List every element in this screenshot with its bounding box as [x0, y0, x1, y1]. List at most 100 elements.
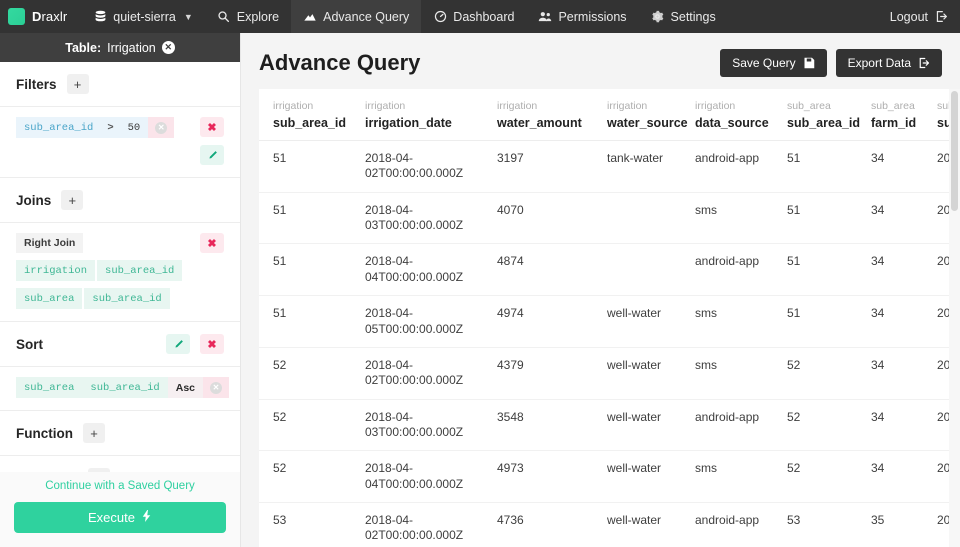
table-row[interactable]: 53 2018-04-02T00:00:00.000Z 4736 well-water…	[259, 502, 960, 547]
nav-item-permissions[interactable]: Permissions	[526, 0, 638, 33]
save-icon	[803, 57, 815, 69]
table-cell-sub_area_id: 52	[773, 399, 857, 452]
column-name: water_amount	[497, 116, 582, 130]
add-join-button[interactable]: +	[61, 190, 84, 210]
scrollbar-thumb[interactable]	[951, 91, 958, 211]
table-cell-water_source	[593, 192, 681, 245]
table-cell-sub_area_id: 52	[259, 399, 351, 452]
main-content: Advance Query Save Query Export Data irr…	[241, 33, 960, 547]
save-query-label: Save Query	[732, 56, 796, 70]
table-cell-data_source: sms	[681, 450, 773, 504]
gauge-icon	[433, 10, 447, 24]
clear-table-icon[interactable]: ✕	[161, 41, 175, 54]
table-head: irrigation sub_area_id irrigation irrigatio…	[259, 89, 960, 141]
workspace-selector[interactable]: quiet-sierra ▼	[81, 0, 204, 33]
table-bar-label: Table:	[65, 40, 102, 55]
chevron-down-icon: ▼	[183, 11, 193, 22]
table-cell-irrigation_date: 2018-04-03T00:00:00.000Z	[351, 399, 483, 452]
brand[interactable]: Draxlr	[0, 0, 81, 33]
table-row[interactable]: 51 2018-04-02T00:00:00.000Z 3197 tank-water…	[259, 140, 960, 193]
table-cell-water_source: well-water	[593, 295, 681, 348]
column-source: irrigation	[273, 100, 314, 112]
table-cell-farm_id: 34	[857, 243, 923, 297]
column-header-farm_id[interactable]: sub_area farm_id	[857, 89, 923, 141]
sort-list: sub_area sub_area_id Asc ✕	[16, 377, 229, 398]
column-source: irrigation	[607, 100, 648, 112]
column-header-irrigation_date[interactable]: irrigation irrigation_date	[351, 89, 483, 141]
table-row[interactable]: 51 2018-04-04T00:00:00.000Z 4874 android-ap…	[259, 243, 960, 297]
table-cell-water_amount: 4974	[483, 295, 593, 348]
export-data-label: Export Data	[847, 56, 911, 70]
table-cell-farm_id: 34	[857, 140, 923, 193]
table-cell-sub_area_id: 51	[773, 243, 857, 297]
function-title: Function	[16, 425, 73, 441]
column-source: irrigation	[497, 100, 538, 112]
nav-item-explore[interactable]: Explore	[205, 0, 291, 33]
search-icon	[217, 10, 231, 24]
filters-actions: ✖	[200, 117, 224, 165]
table-cell-water_amount: 4070	[483, 192, 593, 245]
column-header-water_source[interactable]: irrigation water_source	[593, 89, 688, 141]
table-cell-farm_id: 35	[857, 502, 923, 547]
table-row[interactable]: 52 2018-04-03T00:00:00.000Z 3548 well-water…	[259, 399, 960, 452]
delete-filters-button[interactable]: ✖	[200, 117, 224, 137]
table-cell-irrigation_date: 2018-04-03T00:00:00.000Z	[351, 192, 483, 245]
save-query-button[interactable]: Save Query	[720, 49, 827, 77]
export-data-button[interactable]: Export Data	[835, 49, 942, 77]
function-section-header: Function +	[0, 411, 240, 456]
table-row[interactable]: 51 2018-04-05T00:00:00.000Z 4974 well-water…	[259, 295, 960, 348]
gear-icon	[651, 10, 665, 24]
table-cell-data_source: sms	[681, 295, 773, 348]
add-function-button[interactable]: +	[83, 423, 105, 443]
vertical-scrollbar[interactable]	[949, 89, 960, 547]
table-cell-farm_id: 34	[857, 450, 923, 504]
nav-item-dashboard[interactable]: Dashboard	[421, 0, 526, 33]
sort-title: Sort	[16, 336, 43, 352]
nav-label-permissions: Permissions	[558, 9, 627, 24]
table-cell-sub_area_id: 52	[773, 347, 857, 400]
column-name: irrigation_date	[365, 116, 452, 130]
join-right-row: sub_area sub_area_id	[16, 288, 170, 309]
table-row[interactable]: 52 2018-04-02T00:00:00.000Z 4379 well-water…	[259, 347, 960, 400]
add-filter-button[interactable]: +	[66, 74, 89, 94]
table-cell-sub_area_id: 53	[259, 502, 351, 547]
delete-join-button[interactable]: ✖	[200, 233, 224, 253]
draxlr-logo-icon	[8, 8, 25, 25]
table-row[interactable]: 512018-04-03T00:00:00.000Z4070sms5134201…	[259, 192, 960, 245]
filters-section-header: Filters +	[0, 62, 240, 107]
nav-label-settings: Settings	[670, 9, 716, 24]
nav-item-advance-query[interactable]: Advance Query	[291, 0, 422, 33]
column-header-sub_area_id[interactable]: sub_area sub_area_id	[773, 89, 860, 141]
table-body: 51 2018-04-02T00:00:00.000Z 3197 tank-water…	[259, 140, 960, 547]
column-header-sub_area_id[interactable]: irrigation sub_area_id	[259, 89, 351, 141]
logout-button[interactable]: Logout	[878, 0, 960, 33]
edit-sort-button[interactable]	[166, 334, 190, 354]
table-row[interactable]: 52 2018-04-04T00:00:00.000Z 4973 well-water…	[259, 450, 960, 504]
delete-sort-button[interactable]: ✖	[200, 334, 224, 354]
column-header-data_source[interactable]: irrigation data_source	[681, 89, 773, 141]
column-header-water_amount[interactable]: irrigation water_amount	[483, 89, 593, 141]
remove-filter-icon[interactable]: ✕	[148, 117, 175, 138]
column-name: data_source	[695, 116, 769, 130]
remove-sort-icon[interactable]: ✕	[203, 377, 229, 398]
table-cell-sub_area_id: 51	[259, 243, 351, 297]
logout-icon	[934, 10, 948, 24]
table-cell-water_amount: 3197	[483, 140, 593, 193]
execute-button[interactable]: Execute	[14, 502, 226, 533]
table-cell-farm_id: 34	[857, 295, 923, 348]
brand-name: Draxlr	[32, 9, 68, 24]
sidebar-footer: Continue with a Saved Query Execute	[0, 472, 240, 547]
table-cell-irrigation_date: 2018-04-04T00:00:00.000Z	[351, 450, 483, 504]
execute-label: Execute	[88, 510, 135, 525]
nav-item-settings[interactable]: Settings	[639, 0, 728, 33]
lightning-icon	[141, 510, 152, 525]
table-cell-sub_area_id: 52	[259, 450, 351, 504]
saved-query-link[interactable]: Continue with a Saved Query	[14, 472, 226, 502]
table-cell-water_source: well-water	[593, 399, 681, 452]
edit-filters-button[interactable]	[200, 145, 224, 165]
column-name: sub_area_id	[787, 116, 860, 130]
table-cell-sub_area_id: 53	[773, 502, 857, 547]
table-cell-data_source: android-app	[681, 399, 773, 452]
sort-table: sub_area	[16, 377, 83, 398]
table-cell-water_amount: 4973	[483, 450, 593, 504]
